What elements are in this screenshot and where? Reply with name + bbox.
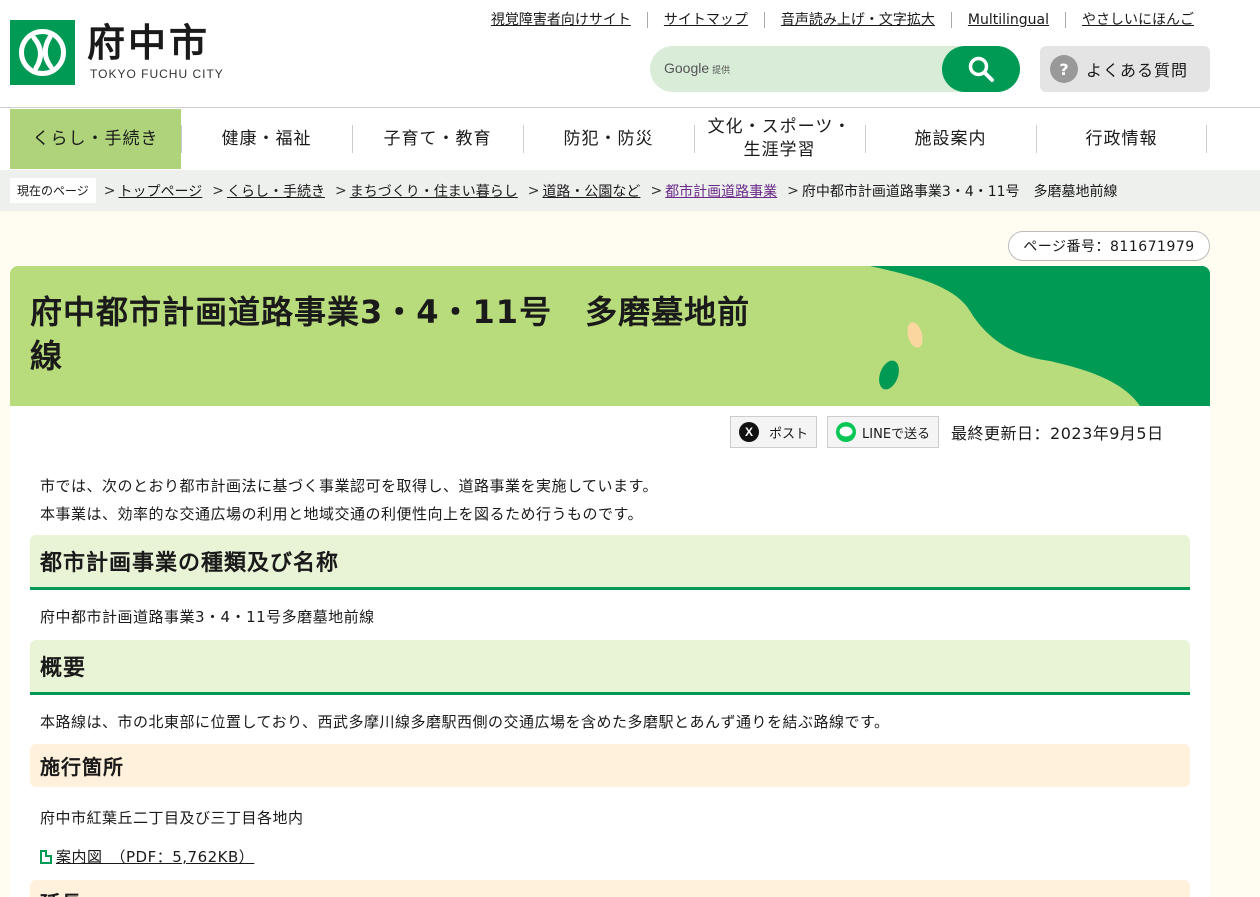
map-pdf-link[interactable]: 案内図 （PDF：5,762KB） (40, 846, 254, 867)
util-link-multilingual[interactable]: Multilingual (950, 12, 1065, 28)
chevron-right-icon: > (527, 182, 540, 199)
heading-location: 施行箇所 (30, 744, 1190, 787)
project-name-text: 府中都市計画道路事業3・4・11号多磨墓地前線 (40, 608, 375, 626)
share-x-label: ポスト (769, 426, 809, 442)
chevron-right-icon: > (787, 182, 799, 199)
intro-line-1: 市では、次のとおり都市計画法に基づく事業認可を取得し、道路事業を実施しています。 (40, 477, 659, 495)
breadcrumb-city-road-project[interactable]: 都市計画道路事業 (665, 181, 777, 201)
site-logo-subtitle: TOKYO FUCHU CITY (90, 67, 224, 81)
nav-item-culture-label: 文化・スポーツ・ 生涯学習 (707, 117, 852, 160)
search-icon (968, 56, 994, 82)
search-box: Google 提供 (650, 46, 1020, 92)
breadcrumb-current-label: 現在のページ (10, 178, 96, 203)
nav-item-facilities[interactable]: 施設案内 (865, 109, 1036, 169)
overview-text: 本路線は、市の北東部に位置しており、西武多摩川線多磨駅西側の交通広場を含めた多磨… (40, 713, 890, 731)
utility-links: 視覚障害者向けサイト サイトマップ 音声読み上げ・文字拡大 Multilingu… (440, 10, 1210, 30)
share-line-label: LINEで送る (862, 426, 931, 442)
intro-line-2: 本事業は、効率的な交通広場の利用と地域交通の利便性向上を図るため行うものです。 (40, 505, 644, 523)
x-logo-icon: X (739, 422, 759, 442)
question-icon: ? (1050, 55, 1078, 83)
intro-text: 市では、次のとおり都市計画法に基づく事業認可を取得し、道路事業を実施しています。… (40, 472, 658, 528)
last-updated: 最終更新日：2023年9月5日 (951, 424, 1164, 443)
share-line-button[interactable]: LINEで送る (827, 416, 940, 448)
map-pdf-label: 案内図 （PDF：5,762KB） (56, 848, 255, 866)
nav-item-culture[interactable]: 文化・スポーツ・ 生涯学習 (694, 109, 865, 169)
breadcrumb-top[interactable]: トップページ (119, 181, 203, 201)
fuchu-logo-icon[interactable] (10, 20, 75, 85)
page-number-badge: ページ番号：811671979 (1008, 231, 1210, 261)
heading-project-type: 都市計画事業の種類及び名称 (30, 535, 1190, 590)
chevron-right-icon: > (103, 182, 116, 199)
nav-item-administration[interactable]: 行政情報 (1036, 109, 1207, 169)
title-banner: 府中都市計画道路事業3・4・11号 多磨墓地前線 (10, 266, 1210, 406)
util-link-sitemap[interactable]: サイトマップ (646, 12, 764, 28)
breadcrumb-town-planning[interactable]: まちづくり・住まい暮らし (350, 181, 518, 201)
search-input[interactable] (664, 46, 934, 92)
util-link-voice-reader[interactable]: 音声読み上げ・文字拡大 (763, 12, 951, 28)
chevron-right-icon: > (334, 182, 347, 199)
breadcrumb-living[interactable]: くらし・手続き (227, 181, 325, 201)
breadcrumb-current-page: 府中都市計画道路事業3・4・11号 多磨墓地前線 (801, 183, 1118, 200)
chevron-right-icon: > (650, 182, 663, 199)
nav-item-health[interactable]: 健康・福祉 (181, 109, 352, 169)
search-button[interactable] (942, 46, 1020, 92)
share-bar: X ポスト LINEで送る 最終更新日：2023年9月5日 (730, 416, 1164, 448)
file-icon (40, 849, 52, 864)
chevron-right-icon: > (212, 182, 224, 199)
nav-item-childcare[interactable]: 子育て・教育 (352, 109, 523, 169)
util-link-visually-impaired[interactable]: 視覚障害者向けサイト (475, 12, 647, 28)
site-header: 府中市 TOKYO FUCHU CITY 視覚障害者向けサイト サイトマップ 音… (0, 0, 1260, 108)
nav-item-living[interactable]: くらし・手続き (10, 109, 181, 169)
global-nav: くらし・手続き 健康・福祉 子育て・教育 防犯・防災 文化・スポーツ・ 生涯学習 … (10, 109, 1210, 169)
breadcrumb: 現在のページ > トップページ > くらし・手続き > まちづくり・住まい暮らし… (0, 170, 1260, 211)
nav-item-safety[interactable]: 防犯・防災 (523, 109, 694, 169)
breadcrumb-roads-parks[interactable]: 道路・公園など (542, 181, 640, 201)
line-logo-icon (836, 422, 857, 442)
heading-overview: 概要 (30, 640, 1190, 695)
faq-label: よくある質問 (1086, 61, 1189, 80)
page-title: 府中都市計画道路事業3・4・11号 多磨墓地前線 (30, 293, 751, 375)
util-link-easy-japanese[interactable]: やさしいにほんご (1065, 12, 1210, 28)
share-x-button[interactable]: X ポスト (730, 416, 818, 448)
location-text: 府中市紅葉丘二丁目及び三丁目各地内 (40, 809, 304, 827)
heading-length: 延長 (30, 880, 1190, 897)
site-logo-title[interactable]: 府中市 (87, 20, 210, 66)
faq-button[interactable]: ? よくある質問 (1040, 46, 1210, 92)
